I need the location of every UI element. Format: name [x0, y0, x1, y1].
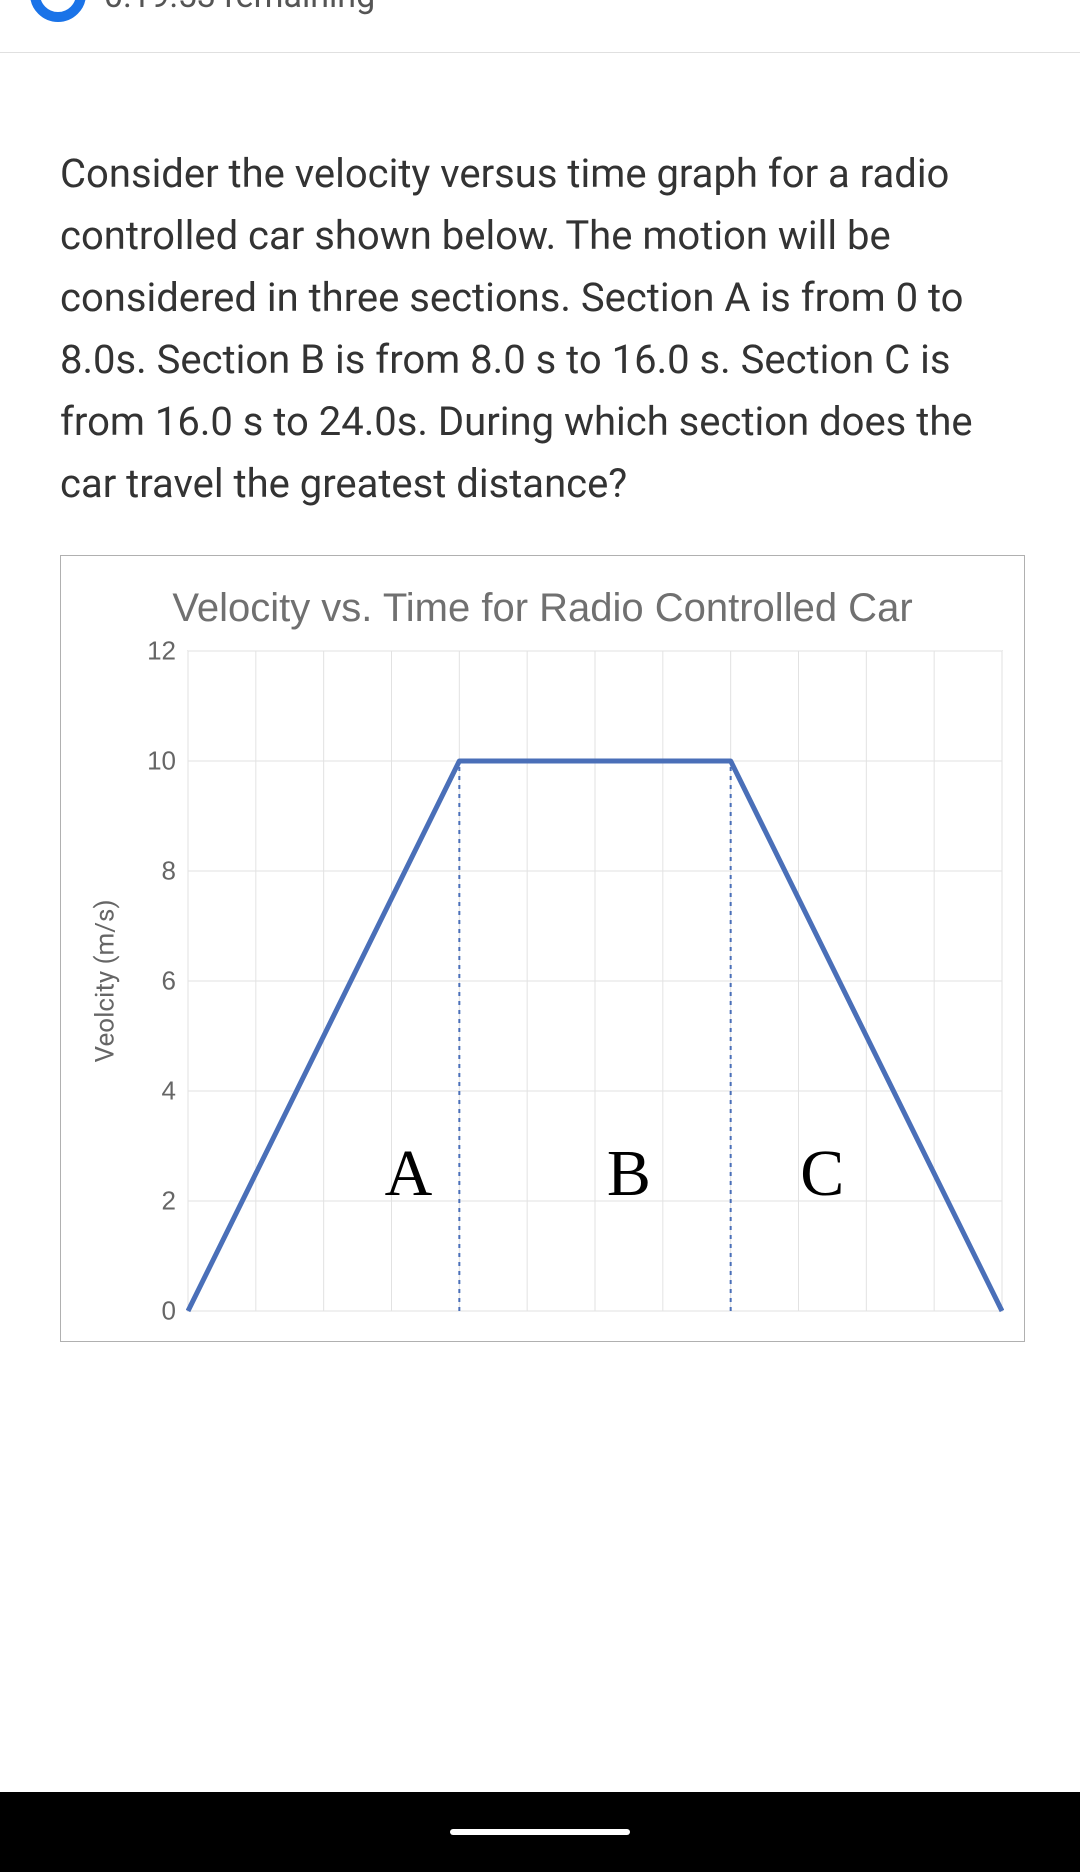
chart-y-tick: 10: [136, 746, 176, 777]
chart-section-label-b: B: [607, 1136, 651, 1212]
chart-y-axis-label: Veolcity (m/s): [91, 899, 121, 1062]
timer-remaining: 0:19:53 remaining: [104, 0, 375, 16]
chart-section-label-a: A: [385, 1136, 433, 1212]
home-indicator-icon: [450, 1829, 630, 1835]
chart-section-label-c: C: [800, 1136, 844, 1212]
chart-y-tick: 8: [136, 856, 176, 887]
chart-title: Velocity vs. Time for Radio Controlled C…: [81, 586, 1004, 631]
chart-y-tick: 2: [136, 1186, 176, 1217]
timer-bar: 0:19:53 remaining: [0, 0, 1080, 53]
bottom-bar: [0, 1792, 1080, 1872]
chart-y-tick: 12: [136, 636, 176, 667]
chart-y-tick: 4: [136, 1076, 176, 1107]
chart-y-tick: 6: [136, 966, 176, 997]
timer-ring-icon: [30, 0, 86, 22]
chart-y-tick: 0: [136, 1296, 176, 1327]
chart-plot-area: 024681012 ABC: [131, 641, 1004, 1321]
chart-container: Velocity vs. Time for Radio Controlled C…: [60, 555, 1025, 1342]
question-text: Consider the velocity versus time graph …: [0, 93, 1080, 555]
